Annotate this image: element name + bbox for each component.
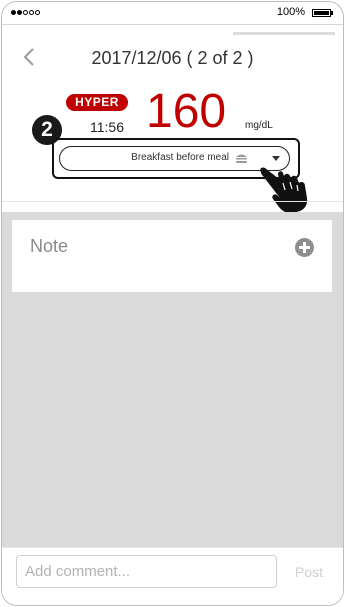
chevron-down-icon — [272, 156, 280, 161]
signal-dot — [35, 10, 40, 15]
status-bar: 100% — [2, 2, 343, 25]
comment-bar: Post — [2, 547, 343, 605]
battery-percentage: 100% — [276, 6, 305, 18]
comment-input[interactable] — [16, 555, 277, 588]
battery-icon — [312, 9, 331, 17]
loading-progress-fill — [233, 32, 335, 35]
battery-fill — [314, 11, 329, 15]
loading-progress-bar — [2, 32, 343, 35]
signal-strength-icon — [11, 10, 40, 15]
note-title: Note — [30, 236, 69, 256]
post-button[interactable]: Post — [295, 564, 323, 580]
meal-tag-dropdown[interactable]: Breakfast before meal — [59, 146, 290, 171]
page-title: 2017/12/06 ( 2 of 2 ) — [91, 48, 254, 68]
glucose-value: 160 — [146, 85, 227, 138]
battery-cap — [331, 11, 333, 15]
signal-dot — [23, 10, 28, 15]
plus-circle-icon[interactable] — [295, 238, 314, 257]
chevron-left-icon — [23, 48, 34, 66]
burger-icon — [236, 154, 247, 163]
signal-dot — [11, 10, 16, 15]
glucose-unit: mg/dL — [245, 120, 273, 131]
pointing-hand-icon — [260, 167, 308, 214]
back-button[interactable] — [22, 46, 46, 74]
reading-time: 11:56 — [90, 119, 124, 135]
status-badge: HYPER — [66, 94, 128, 111]
signal-dot — [17, 10, 22, 15]
section-divider — [2, 201, 343, 202]
note-card: Note — [12, 220, 332, 292]
signal-dot — [29, 10, 34, 15]
nav-bar: 2017/12/06 ( 2 of 2 ) — [2, 38, 343, 82]
meal-tag-label: Breakfast before meal — [131, 152, 229, 163]
phone-frame: 100% 2017/12/06 ( 2 of 2 ) HYPER 2 11:56… — [1, 1, 344, 606]
